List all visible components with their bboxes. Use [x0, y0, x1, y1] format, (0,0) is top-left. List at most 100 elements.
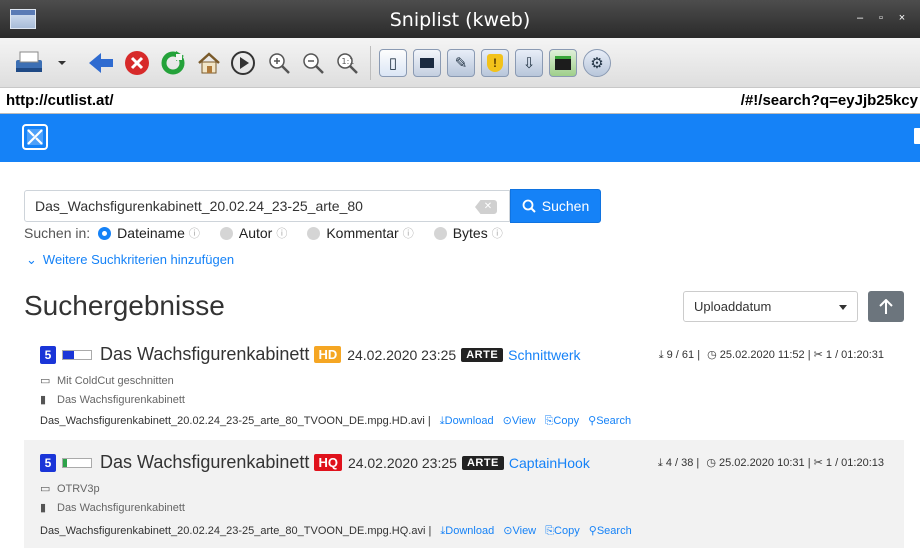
result-date: 24.02.2020 23:25 — [347, 346, 457, 363]
scissors-icon: ✂ — [813, 457, 823, 469]
search-button-label: Suchen — [541, 198, 590, 214]
radio-selected-icon[interactable] — [98, 226, 112, 240]
file-icon: ▮ — [40, 502, 47, 514]
radio-icon[interactable] — [307, 226, 321, 240]
view-link[interactable]: ⊙View — [503, 415, 536, 427]
search-icon: ⚲ — [588, 415, 597, 427]
movie-line: ▮ Das Wachsfigurenkabinett — [40, 393, 185, 407]
copy-icon: ⎘ — [545, 525, 555, 537]
scissors-icon: ✂ — [813, 349, 823, 361]
file-line: Das_Wachsfigurenkabinett_20.02.24_23-25_… — [40, 414, 631, 428]
rating-bar-fill — [63, 458, 68, 467]
sort-direction-button[interactable] — [868, 291, 904, 322]
file-line: Das_Wachsfigurenkabinett_20.02.24_23-25_… — [40, 524, 632, 538]
zoom-in-icon[interactable] — [264, 48, 294, 78]
bookmark-page-icon[interactable]: ▯ — [378, 48, 408, 78]
print-icon[interactable] — [14, 48, 44, 78]
upload-date: 25.02.2020 10:31 — [718, 457, 805, 469]
search-icon: ⚲ — [588, 525, 597, 537]
copy-label: Copy — [553, 415, 580, 427]
result-title[interactable]: Das Wachsfigurenkabinett — [100, 452, 309, 473]
zoom-reset-icon[interactable]: 1:1 — [332, 48, 362, 78]
result-item: 5 Das Wachsfigurenkabinett HD 24.02.2020… — [24, 332, 904, 438]
results-title: Suchergebnisse — [24, 290, 225, 321]
search-input[interactable] — [35, 191, 465, 221]
rating-badge: 5 — [40, 453, 56, 472]
media-player-icon[interactable] — [548, 48, 578, 78]
browser-toolbar: 1:1 ▯ ✎ ! ⇩ ⚙ — [0, 38, 920, 88]
file-separator: | — [428, 525, 435, 537]
comment-line: ▭ OTRV3p — [40, 482, 100, 496]
search-link[interactable]: ⚲Search — [588, 415, 631, 427]
info-icon[interactable]: ⓘ — [492, 225, 503, 241]
arrow-up-icon — [879, 298, 893, 314]
search-in-options: Suchen in: Dateiname ⓘ Autor ⓘ Kommentar… — [24, 224, 523, 242]
sort-select[interactable]: Uploaddatum — [683, 291, 858, 322]
radio-icon[interactable] — [219, 226, 233, 240]
home-icon[interactable] — [194, 48, 224, 78]
option-kommentar[interactable]: Kommentar ⓘ — [307, 225, 414, 241]
search-button[interactable]: Suchen — [510, 189, 601, 223]
download-label: Download — [445, 525, 495, 537]
option-label: Dateiname — [117, 225, 185, 241]
more-criteria-label: Weitere Suchkriterien hinzufügen — [42, 252, 235, 267]
option-autor[interactable]: Autor ⓘ — [219, 225, 287, 241]
author-link[interactable]: CaptainHook — [509, 455, 590, 471]
reload-icon[interactable] — [158, 48, 188, 78]
play-icon[interactable] — [228, 48, 258, 78]
minimize-icon[interactable]: – — [853, 11, 867, 25]
download-icon[interactable]: ⇩ — [514, 48, 544, 78]
clear-input-icon[interactable]: ✕ — [475, 200, 497, 214]
download-link[interactable]: ⤓Download — [440, 525, 494, 537]
copy-link[interactable]: ⎘Copy — [545, 415, 580, 427]
nav-menu-edge[interactable] — [914, 128, 920, 144]
url-text-left[interactable]: http://cutlist.at/ — [6, 92, 114, 109]
option-bytes[interactable]: Bytes ⓘ — [433, 225, 503, 241]
movie-line: ▮ Das Wachsfigurenkabinett — [40, 501, 185, 515]
maximize-icon[interactable]: ▫ — [874, 11, 888, 25]
download-link[interactable]: ⤓Download — [440, 415, 494, 427]
svg-text:1:1: 1:1 — [342, 57, 355, 66]
radio-icon[interactable] — [433, 226, 447, 240]
back-arrow-icon[interactable] — [86, 48, 116, 78]
cut-info: 1 / 01:20:13 — [825, 457, 884, 469]
option-dateiname[interactable]: Dateiname ⓘ — [98, 225, 200, 241]
download-icon: ⤓ — [657, 457, 663, 469]
stop-icon[interactable] — [122, 48, 152, 78]
search-label: Search — [596, 415, 632, 427]
option-label: Autor — [238, 225, 273, 241]
terminal-icon[interactable] — [412, 48, 442, 78]
comment-icon: ▭ — [40, 375, 51, 387]
info-icon[interactable]: ⓘ — [276, 225, 287, 241]
info-icon[interactable]: ⓘ — [189, 225, 200, 241]
close-window-icon[interactable]: × — [895, 11, 909, 25]
search-link[interactable]: ⚲Search — [589, 525, 632, 537]
result-title[interactable]: Das Wachsfigurenkabinett — [100, 344, 309, 365]
copy-link[interactable]: ⎘Copy — [545, 525, 580, 537]
option-label: Kommentar — [326, 225, 399, 241]
info-icon[interactable]: ⓘ — [403, 225, 414, 241]
site-logo-icon[interactable] — [22, 124, 48, 150]
shield-icon[interactable]: ! — [480, 48, 510, 78]
more-criteria-link[interactable]: ⌄ Weitere Suchkriterien hinzufügen — [26, 252, 234, 268]
clock-icon: ◷ — [706, 457, 716, 469]
chevron-down-icon: ⌄ — [26, 252, 37, 267]
download-count: 9 / 61 | — [666, 349, 701, 361]
view-label: View — [511, 415, 536, 427]
settings-tools-icon[interactable]: ✎ — [446, 48, 476, 78]
url-text-right[interactable]: /#!/search?q=eyJjb25kcy — [741, 92, 918, 109]
search-icon — [522, 199, 536, 213]
url-bar[interactable]: http://cutlist.at/ /#!/search?q=eyJjb25k… — [0, 88, 920, 114]
view-link[interactable]: ⊙View — [503, 525, 536, 537]
search-box: ✕ — [24, 190, 510, 222]
view-label: View — [512, 525, 537, 537]
dropdown-arrow-icon[interactable] — [52, 48, 72, 78]
filename: Das_Wachsfigurenkabinett_20.02.24_23-25_… — [40, 525, 426, 537]
zoom-out-icon[interactable] — [298, 48, 328, 78]
gear-icon[interactable]: ⚙ — [582, 48, 612, 78]
comment-text: Mit ColdCut geschnitten — [57, 374, 174, 387]
copy-label: Copy — [554, 525, 580, 537]
author-link[interactable]: Schnittwerk — [508, 347, 580, 363]
search-in-label: Suchen in: — [24, 225, 91, 241]
result-item: 5 Das Wachsfigurenkabinett HQ 24.02.2020… — [24, 440, 904, 548]
